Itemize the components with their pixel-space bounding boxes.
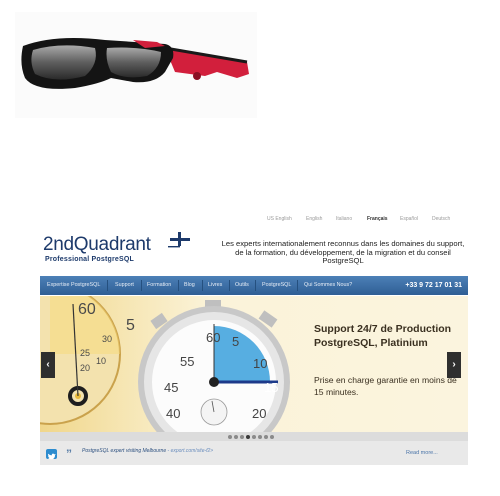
slider-prev-button[interactable]: ‹ xyxy=(41,352,55,378)
logo-name[interactable]: 2ndQuadrant xyxy=(43,234,151,256)
slide-text: Prise en charge garantie en moins de 15 … xyxy=(314,375,457,397)
phone-number[interactable]: +33 9 72 17 01 31 xyxy=(405,276,462,295)
slider-pagination xyxy=(40,432,468,441)
product-image-sunglasses xyxy=(15,12,257,118)
nav-qui-sommes-nous[interactable]: Qui Sommes Nous? xyxy=(304,276,352,295)
dial-number: 5 xyxy=(126,317,135,334)
slider-dot[interactable] xyxy=(252,435,256,439)
slider-next-button[interactable]: › xyxy=(447,352,461,378)
dial-number: 40 xyxy=(166,406,180,421)
stopwatch-illustration: 60 30 25 20 10 5 60 55 10 45 15 40 20 5 xyxy=(40,296,290,432)
hero-slider: 60 30 25 20 10 5 60 55 10 45 15 40 20 5 … xyxy=(40,296,468,432)
lang-francais[interactable]: Français xyxy=(367,216,388,222)
read-more-link[interactable]: Read more... xyxy=(406,450,438,456)
quote-icon: ” xyxy=(66,447,72,461)
nav-blog[interactable]: Blog xyxy=(184,276,195,295)
slider-dot[interactable] xyxy=(258,435,262,439)
news-bar: ” PostgreSQL expert visiting Melbourne -… xyxy=(40,441,468,465)
nav-separator xyxy=(141,280,142,291)
tagline: Les experts internationalement reconnus … xyxy=(221,239,465,266)
dial-number: 60 xyxy=(206,330,220,345)
lang-espanol[interactable]: Español xyxy=(400,216,418,222)
nav-expertise[interactable]: Expertise PostgreSQL xyxy=(47,276,100,295)
dial-number: 25 xyxy=(80,348,90,358)
dial-number: 20 xyxy=(80,363,90,373)
nav-separator xyxy=(178,280,179,291)
nav-separator xyxy=(297,280,298,291)
nav-separator xyxy=(229,280,230,291)
nav-postgresql[interactable]: PostgreSQL xyxy=(262,276,291,295)
dial-number: 10 xyxy=(96,356,106,366)
news-suffix: - export.com/site-f2> xyxy=(166,448,214,454)
lang-italiano[interactable]: Italiano xyxy=(336,216,352,222)
dial-number: 55 xyxy=(180,354,194,369)
nav-separator xyxy=(255,280,256,291)
nav-separator xyxy=(202,280,203,291)
news-title[interactable]: PostgreSQL expert visiting Melbourne xyxy=(82,448,166,454)
lang-english[interactable]: English xyxy=(306,216,322,222)
slider-dot[interactable] xyxy=(234,435,238,439)
slider-dot[interactable] xyxy=(240,435,244,439)
main-nav: Expertise PostgreSQL Support Formation B… xyxy=(40,276,468,295)
slider-dot[interactable] xyxy=(270,435,274,439)
logo-subtitle: Professional PostgreSQL xyxy=(45,256,135,263)
language-switcher: US English English Italiano Français Esp… xyxy=(262,216,462,226)
dial-number: 5 xyxy=(232,334,239,349)
twitter-icon[interactable] xyxy=(46,449,57,460)
nav-separator xyxy=(107,280,108,291)
dial-number: 60 xyxy=(78,301,96,318)
nav-outils[interactable]: Outils xyxy=(235,276,249,295)
dial-number: 45 xyxy=(164,380,178,395)
dial-number: 10 xyxy=(253,356,267,371)
dial-number: 30 xyxy=(102,334,112,344)
nav-livres[interactable]: Livres xyxy=(208,276,222,295)
dial-number: 20 xyxy=(252,406,266,421)
lang-us-english[interactable]: US English xyxy=(267,216,292,222)
slider-dot[interactable] xyxy=(228,435,232,439)
lang-deutsch[interactable]: Deutsch xyxy=(432,216,450,222)
slider-dot[interactable] xyxy=(264,435,268,439)
news-headline[interactable]: PostgreSQL expert visiting Melbourne - e… xyxy=(82,448,213,454)
nav-formation[interactable]: Formation xyxy=(147,276,171,295)
logo-plus-icon xyxy=(168,232,192,254)
dial-number: 15 xyxy=(264,380,278,395)
slide-title: Support 24/7 de Production PostgreSQL, P… xyxy=(314,323,452,349)
nav-support[interactable]: Support xyxy=(115,276,134,295)
slider-dot-active[interactable] xyxy=(246,435,250,439)
